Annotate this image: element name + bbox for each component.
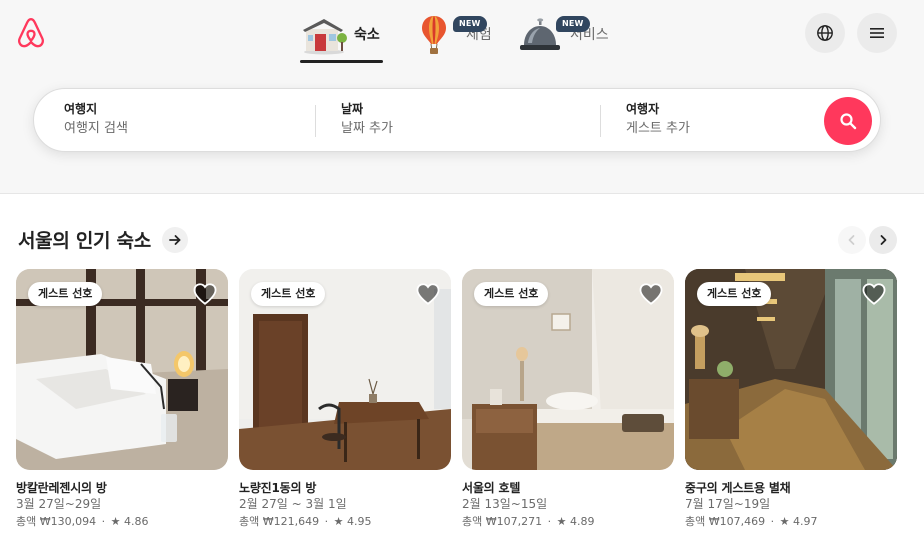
listing-dates: 2월 27일 ~ 3월 1일 [239, 497, 347, 511]
listing-price-row: 총액 ₩107,271 · ★ 4.89 [462, 515, 595, 528]
new-badge: NEW [453, 16, 487, 32]
section-arrow-button[interactable] [162, 227, 188, 253]
guest-favorite-badge: 게스트 선호 [28, 282, 103, 306]
listing-photo[interactable]: 게스트 선호 [462, 269, 674, 470]
carousel-prev-button[interactable] [838, 226, 866, 254]
listing-dates: 2월 13일~15일 [462, 497, 548, 511]
listing-card[interactable]: 게스트 선호 서울의 호텔 2월 13일~15일 총액 ₩107,271 · ★… [462, 269, 674, 530]
dates-field[interactable]: 날짜 날짜 추가 [341, 101, 393, 139]
carousel-next-button[interactable] [869, 226, 897, 254]
listing-rating: ★ 4.86 [110, 515, 149, 528]
tab-stays[interactable]: 숙소 [300, 12, 380, 62]
section-title[interactable]: 서울의 인기 숙소 [18, 226, 151, 253]
heart-icon[interactable] [638, 281, 664, 307]
heart-icon[interactable] [861, 281, 887, 307]
dates-title: 날짜 [341, 102, 364, 116]
guests-title: 여행자 [626, 102, 660, 116]
listing-photo[interactable]: 게스트 선호 [239, 269, 451, 470]
search-button[interactable] [824, 97, 872, 145]
hamburger-menu-icon [870, 28, 884, 38]
listing-name: 방칼란레젠시의 방 [16, 481, 107, 495]
listing-price: 총액 ₩107,271 [462, 515, 543, 528]
active-tab-indicator [300, 60, 383, 63]
chevron-left-icon [848, 235, 855, 245]
destination-field[interactable]: 여행지 여행지 검색 [64, 101, 128, 139]
heart-icon[interactable] [415, 281, 441, 307]
listing-name: 중구의 게스트용 별채 [685, 481, 791, 495]
listing-card[interactable]: 게스트 선호 노량진1동의 방 2월 27일 ~ 3월 1일 총액 ₩121,6… [239, 269, 451, 530]
new-badge: NEW [556, 16, 590, 32]
chevron-right-icon [880, 235, 887, 245]
guest-favorite-badge: 게스트 선호 [474, 282, 549, 306]
guest-favorite-badge: 게스트 선호 [697, 282, 772, 306]
house-icon [300, 12, 348, 56]
main-menu-button[interactable] [857, 13, 897, 53]
listing-name: 서울의 호텔 [462, 481, 521, 495]
listing-photo[interactable]: 게스트 선호 [16, 269, 228, 470]
destination-placeholder: 여행지 검색 [64, 121, 128, 136]
listing-rating: ★ 4.89 [556, 515, 595, 528]
listing-rating: ★ 4.97 [779, 515, 818, 528]
guests-placeholder: 게스트 추가 [626, 121, 690, 136]
listing-dates: 3월 27일~29일 [16, 497, 102, 511]
search-bar: 여행지 여행지 검색 날짜 날짜 추가 여행자 게스트 추가 [33, 88, 881, 152]
language-button[interactable] [805, 13, 845, 53]
listing-price-row: 총액 ₩130,094 · ★ 4.86 [16, 515, 149, 528]
listing-price: 총액 ₩121,649 [239, 515, 320, 528]
listing-price-row: 총액 ₩107,469 · ★ 4.97 [685, 515, 818, 528]
globe-icon [817, 25, 833, 41]
tab-experiences[interactable]: 체험 NEW [412, 12, 492, 62]
dates-placeholder: 날짜 추가 [341, 121, 393, 136]
heart-icon[interactable] [192, 281, 218, 307]
header: 숙소 체험 NEW 서비스 NEW 여행지 여행지 검색 날짜 날짜 추가 여행… [0, 0, 924, 194]
arrow-right-icon [169, 235, 181, 245]
hot-air-balloon-icon [412, 12, 460, 56]
listing-price: 총액 ₩130,094 [16, 515, 97, 528]
guests-field[interactable]: 여행자 게스트 추가 [626, 101, 690, 139]
tab-services[interactable]: 서비스 NEW [516, 12, 609, 62]
listing-photo[interactable]: 게스트 선호 [685, 269, 897, 470]
search-icon [840, 113, 857, 130]
search-divider [600, 105, 601, 137]
listing-rating: ★ 4.95 [333, 515, 372, 528]
listing-price-row: 총액 ₩121,649 · ★ 4.95 [239, 515, 372, 528]
destination-title: 여행지 [64, 102, 98, 116]
listing-name: 노량진1동의 방 [239, 481, 317, 495]
search-divider [315, 105, 316, 137]
listing-price: 총액 ₩107,469 [685, 515, 766, 528]
category-tabs: 숙소 체험 NEW 서비스 NEW [0, 0, 924, 64]
listing-card[interactable]: 게스트 선호 중구의 게스트용 별채 7월 17일~19일 총액 ₩107,46… [685, 269, 897, 530]
listing-dates: 7월 17일~19일 [685, 497, 771, 511]
listing-card[interactable]: 게스트 선호 방칼란레젠시의 방 3월 27일~29일 총액 ₩130,094 … [16, 269, 228, 530]
guest-favorite-badge: 게스트 선호 [251, 282, 326, 306]
tab-stays-label: 숙소 [354, 27, 380, 43]
